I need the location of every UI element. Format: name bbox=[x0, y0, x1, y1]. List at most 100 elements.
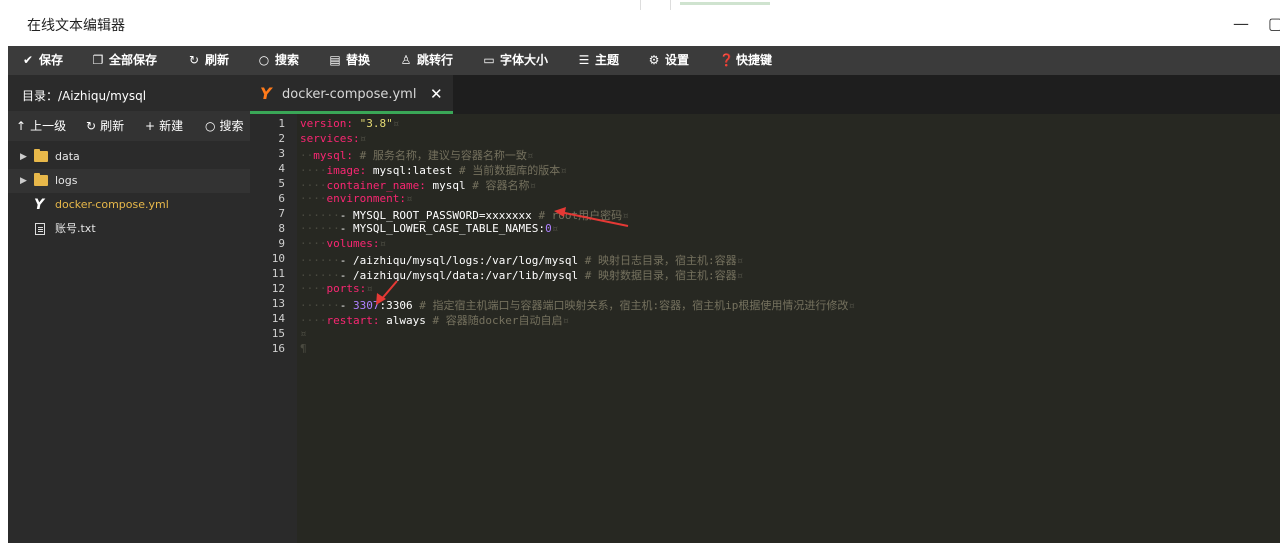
sidebar-refresh-button[interactable]: ↻ 刷新 bbox=[86, 111, 124, 141]
chevron-right-icon[interactable]: ▶ bbox=[20, 169, 27, 193]
file-tree-item-logs[interactable]: ▶ logs bbox=[8, 169, 250, 193]
line-number: 2 bbox=[278, 132, 285, 145]
line-number: 7 bbox=[278, 207, 285, 220]
save-all-button[interactable]: ❐ 全部保存 bbox=[92, 46, 157, 75]
sidebar-search-button[interactable]: ○ 搜索 bbox=[205, 111, 244, 141]
new-file-button[interactable]: + 新建 bbox=[145, 111, 183, 141]
code-line: ····ports:¤ bbox=[300, 282, 373, 295]
line-number: 15 bbox=[271, 327, 285, 340]
code-line: ····environment:¤ bbox=[300, 192, 413, 205]
parent-dir-label: 上一级 bbox=[30, 119, 67, 133]
check-icon: ✔ bbox=[22, 53, 34, 67]
line-number: 8 bbox=[278, 222, 285, 235]
save-button[interactable]: ✔ 保存 bbox=[22, 46, 63, 75]
code-line: ····container_name: mysql # 容器名称¤ bbox=[300, 179, 537, 192]
location-icon: ♙ bbox=[400, 53, 412, 67]
code-line: ······- MYSQL_LOWER_CASE_TABLE_NAMES:0¤ bbox=[300, 222, 559, 235]
yaml-comment: # 容器名称 bbox=[472, 179, 530, 192]
search-button[interactable]: ○ 搜索 bbox=[258, 46, 299, 75]
text-file-icon bbox=[35, 223, 45, 235]
theme-button[interactable]: ☰ 主题 bbox=[578, 46, 619, 75]
shortcuts-button[interactable]: ❓ 快捷键 bbox=[719, 46, 772, 75]
line-number: 11 bbox=[271, 267, 285, 280]
yaml-key: environment: bbox=[326, 192, 406, 205]
yaml-key: restart: bbox=[326, 314, 380, 327]
yaml-key: volumes: bbox=[326, 237, 380, 250]
close-icon[interactable]: ✕ bbox=[430, 85, 443, 103]
yaml-key: version: bbox=[300, 117, 353, 130]
yaml-comment: # 映射日志目录，宿主机:容器 bbox=[584, 254, 737, 267]
settings-button[interactable]: ⚙ 设置 bbox=[648, 46, 689, 75]
maximize-icon[interactable]: ▢ bbox=[1268, 14, 1280, 33]
code-line: ··mysql: # 服务名称，建议与容器名称一致¤ bbox=[300, 149, 534, 162]
tab-label: docker-compose.yml bbox=[282, 87, 417, 102]
chevron-right-icon[interactable]: ▶ bbox=[20, 145, 27, 169]
yaml-number: 3307 bbox=[353, 299, 380, 312]
background-peek bbox=[680, 2, 770, 5]
help-icon: ❓ bbox=[719, 53, 734, 67]
line-number: 1 bbox=[278, 117, 285, 130]
font-size-button[interactable]: ▭ 字体大小 bbox=[483, 46, 548, 75]
yaml-key: ports: bbox=[326, 282, 367, 295]
line-number-gutter: 1 2 3 4 5 6 7 8 9 10 11 12 13 14 15 16 bbox=[250, 114, 297, 543]
theme-label: 主题 bbox=[595, 53, 620, 67]
yaml-number: 0 bbox=[545, 222, 552, 235]
file-tree-item-docker-compose[interactable]: Y docker-compose.yml bbox=[8, 193, 250, 217]
line-number: 16 bbox=[271, 342, 285, 355]
file-tree: ▶ data ▶ logs Y docker-compose.yml 账号.tx… bbox=[8, 145, 250, 241]
folder-icon bbox=[34, 173, 48, 186]
refresh-icon: ↻ bbox=[86, 119, 97, 133]
goto-line-button[interactable]: ♙ 跳转行 bbox=[400, 46, 453, 75]
file-name: 账号.txt bbox=[55, 222, 96, 235]
code-line: ¶ bbox=[300, 342, 307, 355]
yaml-comment: # root用户密码 bbox=[538, 209, 623, 222]
yaml-file-icon: Y bbox=[260, 84, 272, 103]
code-line: version: "3.8"¤ bbox=[300, 117, 400, 130]
code-editor[interactable]: version: "3.8"¤ services:¤ ··mysql: # 服务… bbox=[297, 114, 1280, 543]
file-tree-item-data[interactable]: ▶ data bbox=[8, 145, 250, 169]
code-line: ······- 3307:3306 # 指定宿主机端口与容器端口映射关系，宿主机… bbox=[300, 299, 855, 312]
code-line: ······- MYSQL_ROOT_PASSWORD=xxxxxxx # ro… bbox=[300, 209, 629, 222]
toolbar: ✔ 保存 ❐ 全部保存 ↻ 刷新 ○ 搜索 ▤ 替换 ♙ 跳转行 ▭ 字体大小 … bbox=[8, 46, 1280, 75]
code-line: ····restart: always # 容器随docker自动自启¤ bbox=[300, 314, 570, 327]
line-number: 13 bbox=[271, 297, 285, 310]
sidebar-search-label: 搜索 bbox=[219, 119, 244, 133]
search-icon: ○ bbox=[205, 119, 216, 133]
line-number: 5 bbox=[278, 177, 285, 190]
yaml-comment: # 指定宿主机端口与容器端口映射关系，宿主机:容器，宿主机ip根据使用情况进行修… bbox=[419, 299, 849, 312]
line-number: 9 bbox=[278, 237, 285, 250]
yaml-comment: # 当前数据库的版本 bbox=[458, 164, 561, 177]
settings-label: 设置 bbox=[665, 53, 690, 67]
yaml-value: - /aizhiqu/mysql/data:/var/lib/mysql bbox=[339, 269, 579, 282]
yaml-comment: # 容器随docker自动自启 bbox=[432, 314, 563, 327]
replace-button[interactable]: ▤ 替换 bbox=[329, 46, 370, 75]
refresh-icon: ↻ bbox=[188, 53, 200, 67]
line-number: 6 bbox=[278, 192, 285, 205]
menu-icon: ☰ bbox=[578, 53, 590, 67]
sidebar-refresh-label: 刷新 bbox=[100, 119, 125, 133]
yaml-value: - MYSQL_LOWER_CASE_TABLE_NAMES: bbox=[339, 222, 546, 235]
yaml-file-icon: Y bbox=[34, 197, 45, 213]
search-label: 搜索 bbox=[275, 53, 300, 67]
line-number: 14 bbox=[271, 312, 285, 325]
goto-line-label: 跳转行 bbox=[417, 53, 454, 67]
code-line: services:¤ bbox=[300, 132, 367, 145]
code-line: ¤ bbox=[300, 327, 307, 340]
code-line: ······- /aizhiqu/mysql/logs:/var/log/mys… bbox=[300, 254, 744, 267]
code-line: ····volumes:¤ bbox=[300, 237, 387, 250]
file-name: docker-compose.yml bbox=[55, 198, 169, 211]
yaml-value: always bbox=[386, 314, 426, 327]
parent-dir-button[interactable]: ↑ 上一级 bbox=[16, 111, 66, 141]
refresh-button[interactable]: ↻ 刷新 bbox=[188, 46, 229, 75]
yaml-key: image: bbox=[326, 164, 367, 177]
minimize-icon[interactable]: — bbox=[1233, 14, 1249, 33]
file-tree-item-account[interactable]: 账号.txt bbox=[8, 217, 250, 241]
tab-docker-compose[interactable]: Y docker-compose.yml ✕ bbox=[250, 75, 453, 114]
replace-icon: ▤ bbox=[329, 53, 341, 67]
line-number: 4 bbox=[278, 162, 285, 175]
font-size-icon: ▭ bbox=[483, 53, 495, 67]
window-title: 在线文本编辑器 bbox=[27, 18, 125, 34]
save-all-label: 全部保存 bbox=[109, 53, 158, 67]
search-icon: ○ bbox=[258, 53, 270, 67]
code-line: ····image: mysql:latest # 当前数据库的版本¤ bbox=[300, 164, 567, 177]
